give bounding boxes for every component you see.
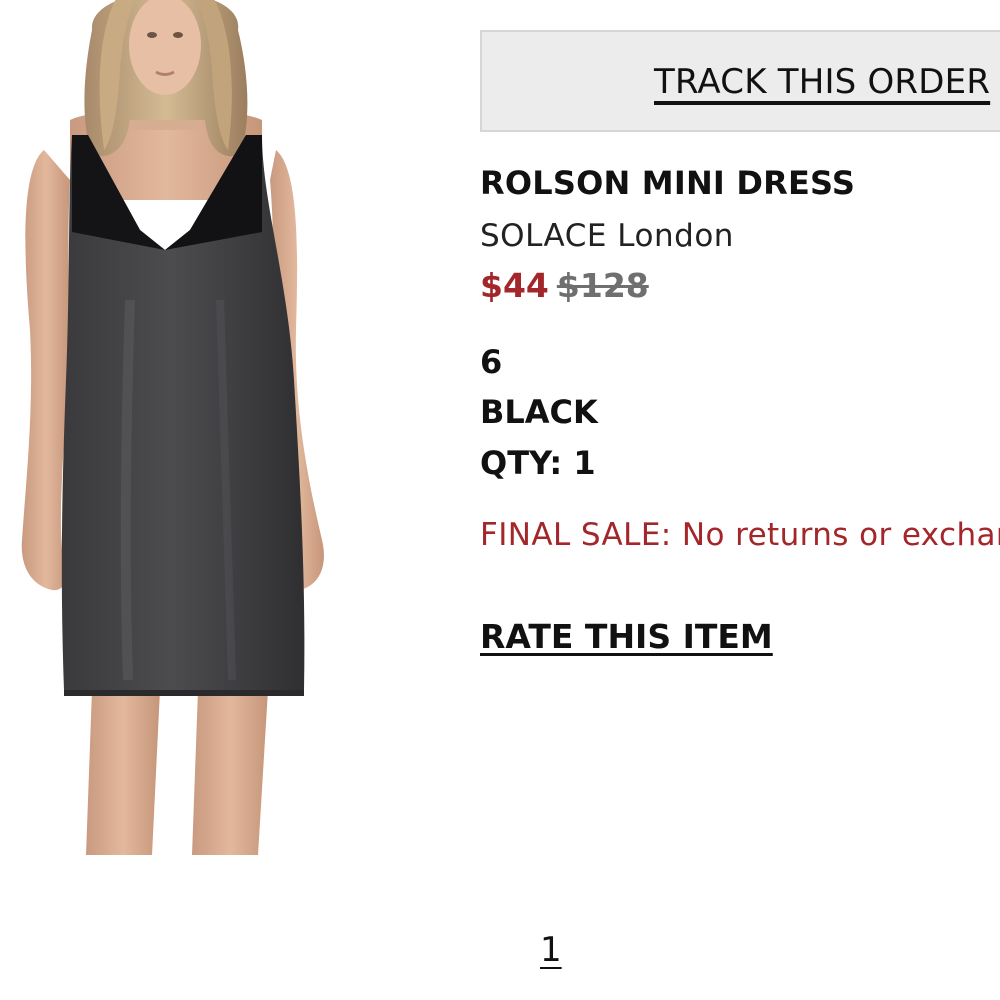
pagination-page-1[interactable]: 1 <box>540 930 562 970</box>
product-image[interactable] <box>0 0 350 860</box>
sale-price: $44 <box>480 266 549 305</box>
product-name[interactable]: ROLSON MINI DRESS <box>480 164 855 202</box>
original-price: $128 <box>556 266 649 305</box>
item-size: 6 <box>480 343 503 381</box>
final-sale-notice: FINAL SALE: No returns or exchanges. <box>480 517 1000 553</box>
price-row: $44 $128 <box>480 266 649 305</box>
order-item-page: TRACK THIS ORDER ROLSON MINI DRESS SOLAC… <box>0 0 1000 1000</box>
dress-photo-icon <box>21 0 324 855</box>
rate-item-link[interactable]: RATE THIS ITEM <box>480 617 773 656</box>
item-details: ROLSON MINI DRESS SOLACE London $44 $128 … <box>480 0 1000 1000</box>
product-brand[interactable]: SOLACE London <box>480 218 734 254</box>
item-quantity: QTY: 1 <box>480 444 596 482</box>
item-color: BLACK <box>480 393 598 431</box>
